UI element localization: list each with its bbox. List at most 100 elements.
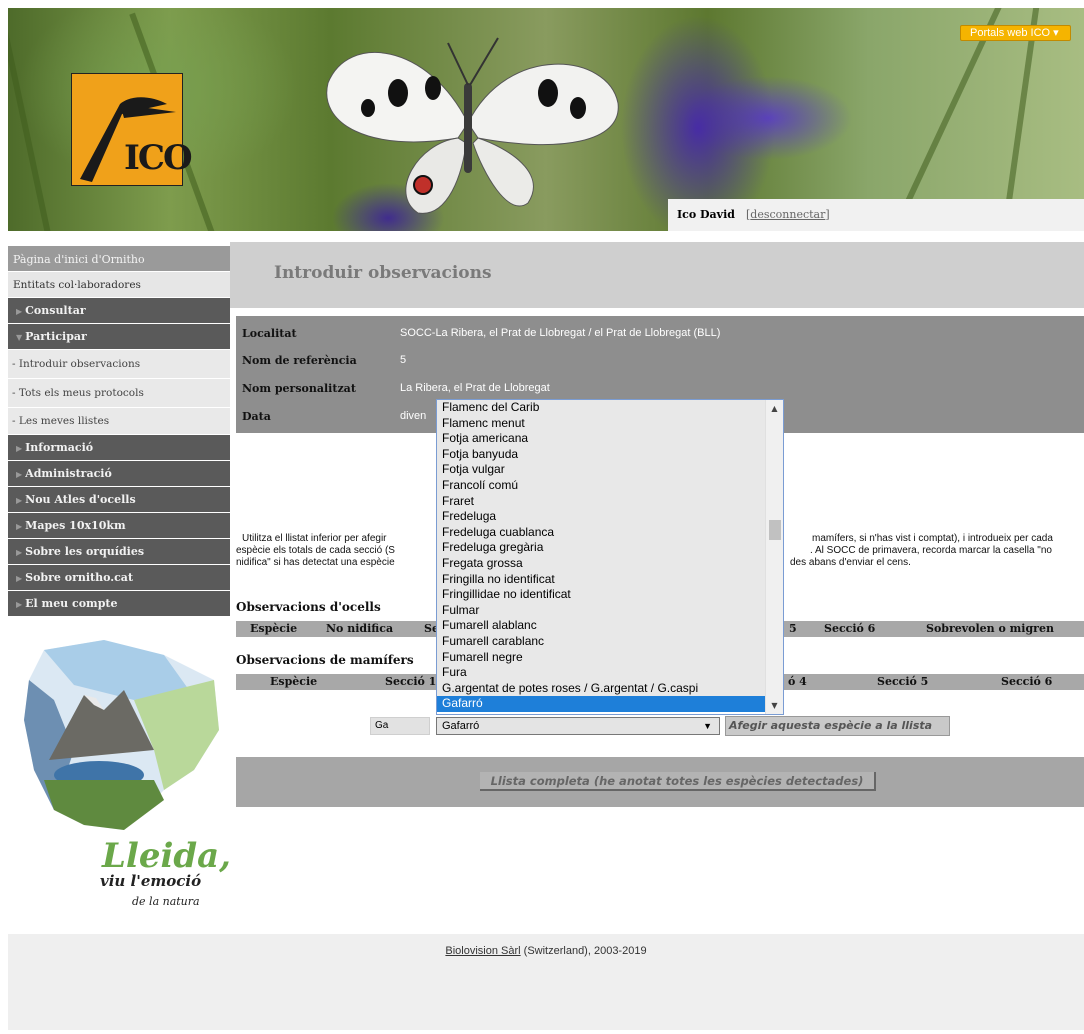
scroll-up-icon[interactable]: ▲ <box>766 400 783 417</box>
instructions-line: espècie els totals de cada secció (S <box>236 545 395 556</box>
instructions-line: . Al SOCC de primavera, recorda marcar l… <box>810 545 1052 556</box>
sidebar-item-home[interactable]: Pàgina d'inici d'Ornitho <box>8 246 230 272</box>
sidebar-item-consultar[interactable]: ▶ Consultar <box>8 298 230 324</box>
logo-text: ICO <box>124 138 193 178</box>
sidebar-item-label: Administració <box>25 467 112 480</box>
localitat-value: SOCC-La Ribera, el Prat de Llobregat / e… <box>400 327 721 339</box>
dropdown-option[interactable]: Fredeluga <box>437 509 765 525</box>
birds-section-title: Observacions d'ocells <box>236 600 381 614</box>
col-seccio-6: Secció 6 <box>824 622 876 635</box>
dropdown-option[interactable]: Flamenc menut <box>437 415 765 432</box>
sidebar-item-label: Nou Atles d'ocells <box>25 493 136 506</box>
page-title: Introduir observacions <box>274 263 492 283</box>
col-seccio-6: Secció 6 <box>1001 675 1053 688</box>
complete-list-button[interactable]: Llista completa (he anotat totes les esp… <box>480 772 876 791</box>
expand-arrow-icon: ▶ <box>16 444 23 453</box>
col-seccio-1: Secció 1 <box>385 675 437 688</box>
dropdown-option[interactable]: Fredeluga gregària <box>437 540 765 556</box>
col-seccio-4: ó 4 <box>788 675 807 688</box>
dropdown-option[interactable]: Francolí comú <box>437 477 765 494</box>
expand-arrow-icon: ▶ <box>16 470 23 479</box>
expand-arrow-icon: ▶ <box>16 548 23 557</box>
sidebar-item-informacio[interactable]: ▶ Informació <box>8 435 230 461</box>
sidebar-item-label: El meu compte <box>25 597 118 610</box>
grass-blade <box>998 8 1041 231</box>
instructions-line: des abans d'enviar el cens. <box>790 557 911 568</box>
sidebar-item-partners[interactable]: Entitats col·laboradores <box>8 272 230 298</box>
sidebar-item-orquidies[interactable]: ▶ Sobre les orquídies <box>8 539 230 565</box>
ad-title: Lleida, <box>102 836 232 876</box>
sidebar-item-label: Consultar <box>25 304 86 317</box>
dropdown-option[interactable]: Fumarell carablanc <box>437 633 765 650</box>
expand-arrow-icon: ▶ <box>16 574 23 583</box>
lleida-map-image <box>24 640 219 830</box>
dropdown-option[interactable]: Fulmar <box>437 602 765 619</box>
dropdown-option[interactable]: Fraret <box>437 493 765 510</box>
footer-copyright: (Switzerland), 2003-2019 <box>520 945 647 957</box>
expand-arrow-icon: ▶ <box>16 522 23 531</box>
scroll-down-icon[interactable]: ▼ <box>766 697 783 714</box>
personalitzat-label: Nom personalitzat <box>242 382 356 395</box>
sidebar-item-label: Mapes 10x10km <box>25 519 126 532</box>
sidebar-item-atles[interactable]: ▶ Nou Atles d'ocells <box>8 487 230 513</box>
dropdown-option[interactable]: Fura <box>437 665 765 681</box>
dropdown-option[interactable]: Fumarell negre <box>437 649 765 666</box>
dropdown-option[interactable]: Fregata grossa <box>437 555 765 572</box>
instructions-line: mamífers, si n'has vist i comptat), i in… <box>812 533 1053 544</box>
sidebar-subitem-introduir[interactable]: - Introduir observacions <box>8 350 230 379</box>
ico-logo[interactable]: ICO <box>71 73 193 186</box>
dropdown-option[interactable]: Flamenc del Carib <box>437 400 765 416</box>
sidebar-item-label: Sobre les orquídies <box>25 545 145 558</box>
biolovision-link[interactable]: Biolovision Sàrl <box>445 945 520 957</box>
dropdown-option[interactable]: Fotja americana <box>437 431 765 447</box>
col-seccio-5: 5 <box>789 622 797 635</box>
col-no-nidifica: No nidifica <box>326 622 394 635</box>
grass-blade <box>8 8 54 231</box>
expand-arrow-icon: ▶ <box>16 307 23 316</box>
dropdown-option[interactable]: Fumarell alablanc <box>437 618 765 634</box>
species-dropdown-list[interactable]: Flamenc del Carib Flamenc menut Fotja amer… <box>436 399 784 715</box>
add-species-button[interactable]: Afegir aquesta espècie a la llista <box>725 716 950 736</box>
logout-link[interactable]: desconnectar <box>750 208 825 221</box>
expand-arrow-icon: ▶ <box>16 496 23 505</box>
sidebar-item-administracio[interactable]: ▶ Administració <box>8 461 230 487</box>
sidebar-item-participar[interactable]: ▼ Participar <box>8 324 230 350</box>
dropdown-option[interactable]: G.argentat de potes roses / G.argentat /… <box>437 680 765 697</box>
dropdown-option[interactable]: Gafarró <box>437 696 765 712</box>
sidebar-nav: Pàgina d'inici d'Ornitho Entitats col·la… <box>8 246 230 617</box>
footer: Biolovision Sàrl (Switzerland), 2003-201… <box>8 934 1084 1030</box>
col-seccio-5: Secció 5 <box>877 675 929 688</box>
instructions-line: nidifica" si has detectat una espècie <box>236 557 395 568</box>
grass-blade <box>888 8 1004 231</box>
ad-tagline: de la natura <box>132 895 200 908</box>
sidebar-item-compte[interactable]: ▶ El meu compte <box>8 591 230 617</box>
species-select[interactable]: Gafarró ▼ <box>436 717 720 735</box>
ad-subtitle: viu l'emoció <box>100 872 202 890</box>
sidebar-subitem-protocols[interactable]: - Tots els meus protocols <box>8 379 230 408</box>
sidebar-subitem-llistes[interactable]: - Les meves llistes <box>8 408 230 435</box>
dropdown-options: Flamenc del Carib Flamenc menut Fotja amer… <box>437 400 765 712</box>
dropdown-option[interactable]: Fringillidae no identificat <box>437 587 765 603</box>
col-especie: Espècie <box>250 622 298 635</box>
dropdown-option[interactable]: Fotja banyuda <box>437 446 765 463</box>
dropdown-option[interactable]: Fotja vulgar <box>437 462 765 478</box>
collapse-arrow-icon: ▼ <box>16 333 23 342</box>
species-select-value: Gafarró <box>442 720 480 732</box>
butterfly-image <box>326 37 619 214</box>
dropdown-scrollbar[interactable]: ▲ ▼ <box>765 400 783 714</box>
complete-list-bar: Llista completa (he anotat totes les esp… <box>236 757 1084 807</box>
data-value: diven <box>400 410 427 422</box>
logout-link-wrapper: [desconnectar] <box>746 208 830 221</box>
dropdown-option[interactable]: Fringilla no identificat <box>437 571 765 588</box>
expand-arrow-icon: ▶ <box>16 600 23 609</box>
scrollbar-thumb[interactable] <box>769 520 781 540</box>
sidebar-item-ornitho[interactable]: ▶ Sobre ornitho.cat <box>8 565 230 591</box>
referencia-value: 5 <box>400 354 407 366</box>
portals-web-button[interactable]: Portals web ICO ▾ <box>960 25 1071 41</box>
dropdown-option[interactable]: Fredeluga cuablanca <box>437 524 765 541</box>
user-name: Ico David <box>677 208 735 221</box>
species-quick-search-input[interactable]: Ga <box>370 717 430 735</box>
localitat-label: Localitat <box>242 327 297 340</box>
lleida-advertisement[interactable]: Lleida, viu l'emoció de la natura <box>14 640 231 915</box>
sidebar-item-mapes[interactable]: ▶ Mapes 10x10km <box>8 513 230 539</box>
